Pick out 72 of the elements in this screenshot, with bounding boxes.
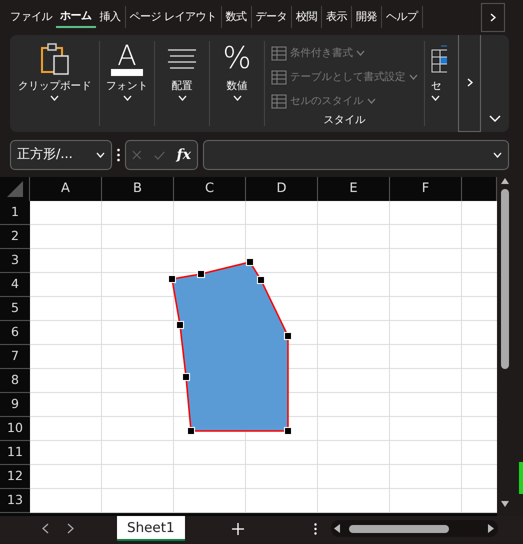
ribbon-tab[interactable]: データ [252, 6, 292, 28]
cells-icon[interactable] [431, 44, 447, 74]
table-grid-icon [271, 46, 287, 60]
ribbon-tab[interactable]: 表示 [322, 6, 352, 28]
name-box-value: 正方形/... [17, 146, 74, 164]
horizontal-scrollbar[interactable] [330, 520, 498, 537]
clipboard-button[interactable]: クリップボード [18, 79, 92, 95]
next-sheet-icon[interactable] [66, 523, 74, 534]
caret-icon [232, 94, 242, 101]
caret-icon [366, 98, 376, 104]
name-box[interactable]: 正方形/... [10, 140, 112, 170]
more-tabs-button[interactable] [481, 3, 505, 32]
style-menu-button: セルのスタイル [271, 89, 376, 113]
resize-handle[interactable] [246, 258, 254, 266]
cells-button[interactable]: セ [431, 79, 442, 95]
chevron-right-icon [466, 78, 472, 86]
more-options-icon[interactable] [117, 148, 120, 162]
select-all-icon[interactable] [6, 181, 22, 197]
resize-handle[interactable] [284, 332, 292, 340]
scroll-thumb[interactable] [348, 524, 449, 532]
add-sheet-icon[interactable] [232, 522, 244, 534]
caret-icon [431, 94, 440, 101]
previous-sheet-icon[interactable] [42, 523, 48, 534]
caret-icon [493, 152, 502, 158]
caret-icon [96, 152, 105, 158]
resize-handle[interactable] [284, 427, 292, 435]
ribbon-tab[interactable]: ページ レイアウト [126, 6, 222, 28]
scroll-up-icon[interactable] [500, 177, 510, 185]
collapse-ribbon-icon[interactable] [489, 115, 501, 123]
font-icon[interactable]: A [117, 42, 137, 68]
resize-handle[interactable] [168, 275, 176, 283]
resize-handle[interactable] [197, 270, 205, 278]
table-grid-icon [271, 94, 287, 108]
ribbon-tab[interactable]: ファイル [6, 6, 56, 28]
scroll-left-icon[interactable] [334, 524, 341, 533]
caret-icon [408, 74, 418, 80]
caret-icon [122, 94, 132, 101]
font-button[interactable]: フォント [106, 79, 148, 95]
font-color-bar [111, 68, 143, 76]
scroll-thumb[interactable] [500, 189, 508, 369]
sheet-tab[interactable]: Sheet1 [117, 516, 185, 541]
ribbon-tab[interactable]: 校閲 [292, 6, 322, 28]
style-menu-button: テーブルとして書式設定 [271, 65, 418, 89]
alignment-button[interactable]: 配置 [172, 79, 192, 95]
ribbon-tab[interactable]: 数式 [222, 6, 252, 28]
resize-handle[interactable] [257, 276, 265, 284]
resize-handle[interactable] [182, 373, 190, 381]
resize-handle[interactable] [176, 321, 184, 329]
ribbon-tab[interactable]: ホーム [56, 6, 96, 28]
scroll-down-icon[interactable] [500, 500, 510, 508]
caret-icon [356, 50, 365, 56]
style-menu-button: 条件付き書式 [271, 41, 365, 65]
ribbon-tab[interactable]: 開発 [352, 6, 382, 28]
clipboard-icon[interactable] [40, 42, 70, 76]
caret-icon [50, 94, 59, 101]
insert-function-button[interactable]: fx [176, 144, 191, 166]
resize-handle[interactable] [187, 427, 195, 435]
chevron-right-icon [490, 13, 496, 22]
ribbon-tab[interactable]: ヘルプ [382, 6, 422, 28]
more-options-icon[interactable] [314, 522, 317, 534]
percent-icon[interactable]: % [222, 44, 252, 74]
ribbon-overflow-button[interactable] [458, 35, 481, 132]
scroll-right-icon[interactable] [488, 524, 495, 533]
table-grid-icon [271, 70, 287, 84]
check-icon [154, 150, 165, 160]
caret-icon [178, 94, 186, 101]
freeform-shape[interactable] [171, 261, 289, 432]
status-indicator [519, 462, 523, 494]
number-button[interactable]: 数値 [226, 79, 248, 95]
formula-field[interactable] [203, 140, 509, 170]
ribbon-tab[interactable]: 挿入 [96, 6, 126, 28]
styles-group-label: スタイル [324, 113, 366, 128]
